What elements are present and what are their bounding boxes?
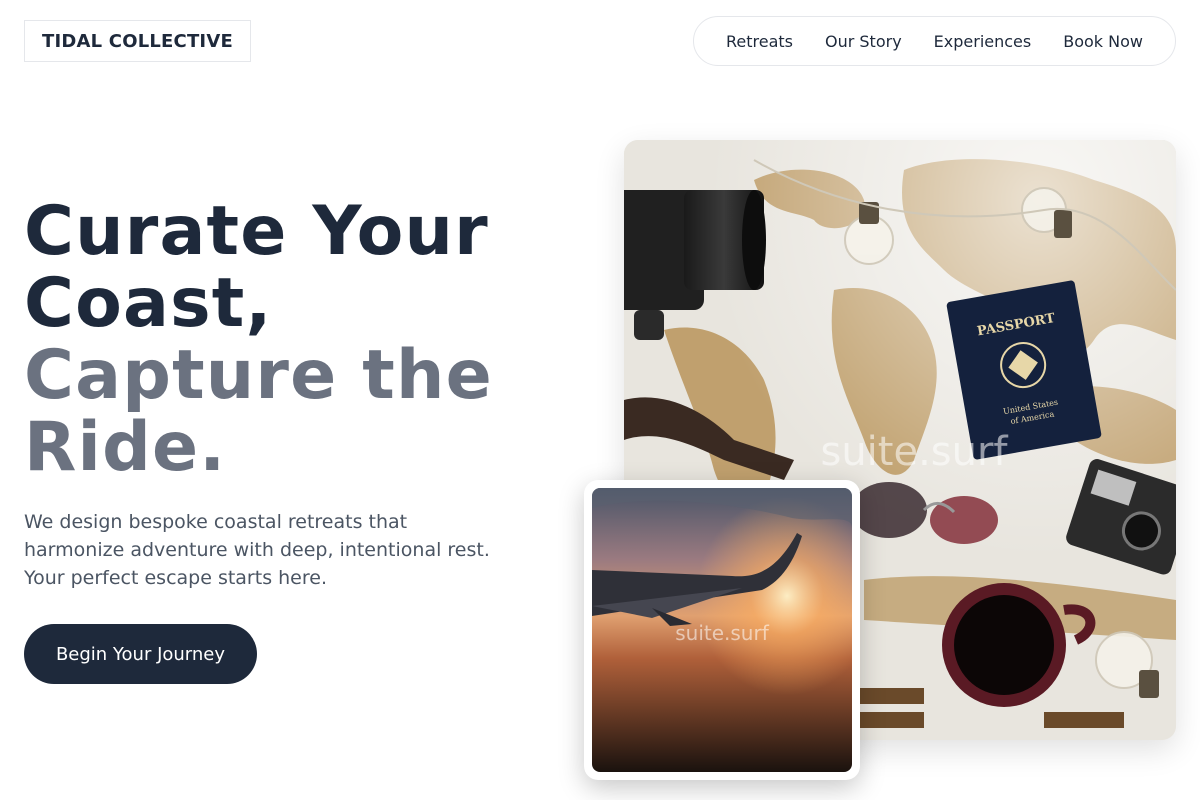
- begin-journey-button[interactable]: Begin Your Journey: [24, 624, 257, 684]
- nav-link-retreats[interactable]: Retreats: [726, 32, 793, 51]
- nav-link-experiences[interactable]: Experiences: [934, 32, 1032, 51]
- hero-headline: Curate Your Coast, Capture the Ride.: [24, 196, 493, 484]
- plane-wing-image: suite.surf: [592, 488, 852, 772]
- hero-description: We design bespoke coastal retreats that …: [24, 511, 490, 589]
- plane-wing-image-card: suite.surf: [584, 480, 860, 780]
- headline-line-1: Curate Your: [24, 192, 489, 271]
- wing-photo-watermark: suite.surf: [675, 621, 769, 645]
- nav-link-book-now[interactable]: Book Now: [1063, 32, 1143, 51]
- main-photo-watermark: suite.surf: [820, 429, 1008, 475]
- headline-line-3: Capture the: [24, 336, 493, 415]
- main-nav: Retreats Our Story Experiences Book Now: [693, 16, 1176, 66]
- brand-logo[interactable]: TIDAL COLLECTIVE: [24, 20, 251, 62]
- headline-line-2: Coast,: [24, 264, 273, 343]
- nav-link-our-story[interactable]: Our Story: [825, 32, 902, 51]
- landing-page: TIDAL COLLECTIVE Retreats Our Story Expe…: [0, 0, 1200, 800]
- headline-line-4: Ride.: [24, 408, 227, 487]
